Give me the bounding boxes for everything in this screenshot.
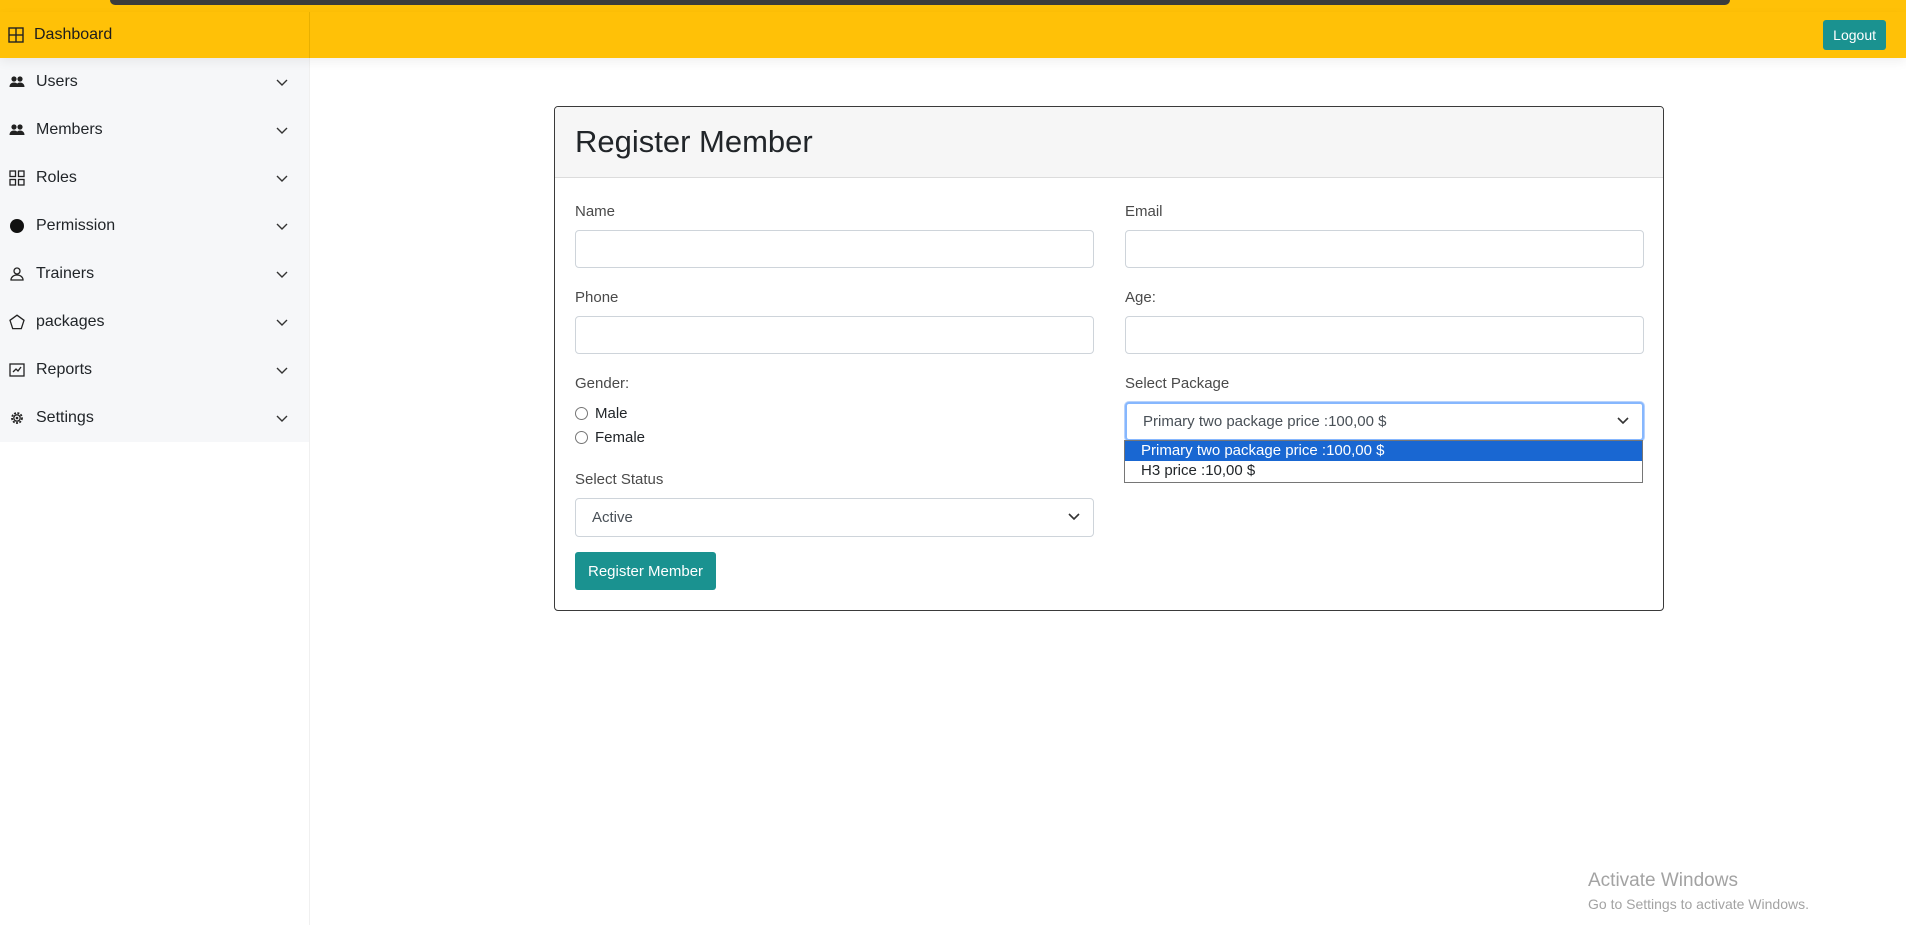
page-title: Register Member [575, 124, 813, 159]
card-header: Register Member [555, 107, 1663, 178]
phone-input[interactable] [575, 316, 1094, 354]
sidebar-item-label: Roles [36, 169, 77, 186]
sidebar-item-label: Settings [36, 409, 94, 426]
reports-icon [9, 362, 25, 378]
sidebar-item-label: Users [36, 73, 78, 90]
gender-option-female[interactable]: Female [575, 429, 645, 446]
chevron-down-icon [275, 315, 289, 329]
male-radio[interactable] [575, 407, 588, 420]
trainer-person-icon [9, 266, 25, 282]
package-option[interactable]: H3 price :10,00 $ [1125, 461, 1642, 481]
status-label: Select Status [575, 471, 664, 488]
roles-grid-icon [9, 170, 25, 186]
sidebar-item-label: Permission [36, 217, 116, 234]
members-icon [9, 122, 25, 138]
sidebar-item-users[interactable]: Users [0, 58, 309, 106]
email-label: Email [1125, 203, 1163, 220]
gender-option-male[interactable]: Male [575, 405, 628, 422]
package-select-value: Primary two package price :100,00 $ [1143, 413, 1387, 430]
chevron-down-icon [275, 363, 289, 377]
package-label: Select Package [1125, 375, 1230, 392]
gender-label: Gender: [575, 375, 630, 392]
sidebar-item-label: Members [36, 121, 103, 138]
package-pentagon-icon [9, 314, 25, 330]
chevron-down-icon [275, 171, 289, 185]
sidebar-item-label: Trainers [36, 265, 95, 282]
watermark-subtitle: Go to Settings to activate Windows. [1588, 896, 1809, 912]
users-icon [9, 74, 25, 90]
package-option[interactable]: Primary two package price :100,00 $ [1125, 441, 1642, 461]
chevron-down-icon [1616, 413, 1630, 431]
browser-top-strip [0, 0, 1906, 12]
sidebar-item-trainers[interactable]: Trainers [0, 250, 309, 298]
email-input[interactable] [1125, 230, 1644, 268]
register-member-button[interactable]: Register Member [575, 552, 717, 590]
activate-windows-watermark: Activate Windows Go to Settings to activ… [1588, 870, 1809, 912]
permission-circle-icon [9, 218, 25, 234]
chevron-down-icon [1067, 509, 1081, 527]
chevron-down-icon [275, 411, 289, 425]
sidebar-item-label: Reports [36, 361, 93, 378]
dashboard-link[interactable]: Dashboard [0, 12, 310, 58]
sidebar-item-members[interactable]: Members [0, 106, 309, 154]
settings-gear-icon [9, 410, 25, 426]
chevron-down-icon [275, 75, 289, 89]
sidebar-item-permission[interactable]: Permission [0, 202, 309, 250]
age-label: Age: [1125, 289, 1156, 306]
name-label: Name [575, 203, 616, 220]
female-radio-label: Female [595, 429, 646, 446]
watermark-title: Activate Windows [1588, 870, 1738, 891]
dashboard-grid-icon [8, 27, 24, 43]
sidebar-item-roles[interactable]: Roles [0, 154, 309, 202]
chevron-down-icon [275, 219, 289, 233]
top-navbar: Dashboard Logout [0, 12, 1906, 58]
logout-button[interactable]: Logout [1823, 20, 1886, 50]
female-radio[interactable] [575, 431, 588, 444]
status-select-value: Active [592, 509, 633, 526]
male-radio-label: Male [595, 405, 628, 422]
name-input[interactable] [575, 230, 1094, 268]
age-input[interactable] [1125, 316, 1644, 354]
chevron-down-icon [275, 267, 289, 281]
status-select[interactable]: Active [575, 498, 1094, 537]
phone-label: Phone [575, 289, 619, 306]
register-member-card: Register Member Name Email Phone Age: Ge… [554, 106, 1664, 611]
sidebar-item-reports[interactable]: Reports [0, 346, 309, 394]
chevron-down-icon [275, 123, 289, 137]
sidebar: Users Members Roles Permission Trainers … [0, 58, 310, 925]
dashboard-label: Dashboard [34, 26, 113, 43]
browser-tab-bar [110, 0, 1730, 5]
sidebar-menu: Users Members Roles Permission Trainers … [0, 58, 309, 442]
sidebar-item-settings[interactable]: Settings [0, 394, 309, 442]
sidebar-item-label: packages [36, 313, 105, 330]
package-dropdown-list: Primary two package price :100,00 $ H3 p… [1124, 440, 1643, 483]
package-select[interactable]: Primary two package price :100,00 $ [1125, 402, 1644, 441]
sidebar-item-packages[interactable]: packages [0, 298, 309, 346]
